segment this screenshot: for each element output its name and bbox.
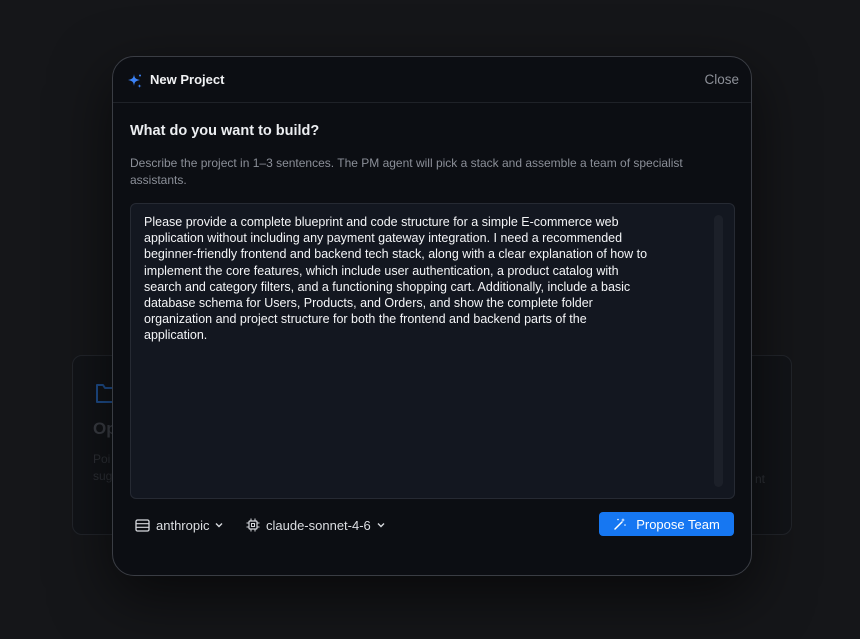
chevron-down-icon	[377, 523, 385, 528]
background-card-text: nt	[755, 472, 766, 486]
help-text: Describe the project in 1–3 sentences. T…	[130, 156, 683, 187]
model-label: claude-sonnet-4-6	[266, 517, 371, 533]
provider-label: anthropic	[156, 517, 210, 533]
cpu-icon	[246, 518, 260, 532]
sparkle-icon	[128, 74, 142, 88]
project-description-value[interactable]: Please provide a complete blueprint and …	[144, 214, 704, 344]
modal-header: New Project Close	[113, 57, 751, 103]
modal-title: New Project	[150, 72, 225, 87]
textarea-scrollbar[interactable]	[714, 215, 723, 487]
propose-team-button[interactable]: Propose Team	[599, 512, 734, 536]
provider-selector[interactable]: anthropic	[135, 516, 223, 534]
app-stage: Op Poi sug nt New Project Close What do …	[0, 0, 860, 639]
new-project-modal: New Project Close What do you want to bu…	[112, 56, 752, 576]
background-card-description: Poi sug	[93, 452, 113, 483]
question-heading: What do you want to build?	[130, 123, 320, 139]
server-icon	[135, 518, 150, 532]
propose-team-label: Propose Team	[636, 516, 720, 532]
chevron-down-icon	[215, 523, 223, 528]
model-selector[interactable]: claude-sonnet-4-6	[246, 516, 385, 534]
project-description-textarea[interactable]: Please provide a complete blueprint and …	[130, 203, 735, 499]
close-button[interactable]: Close	[704, 72, 739, 87]
magic-wand-icon	[614, 518, 627, 530]
